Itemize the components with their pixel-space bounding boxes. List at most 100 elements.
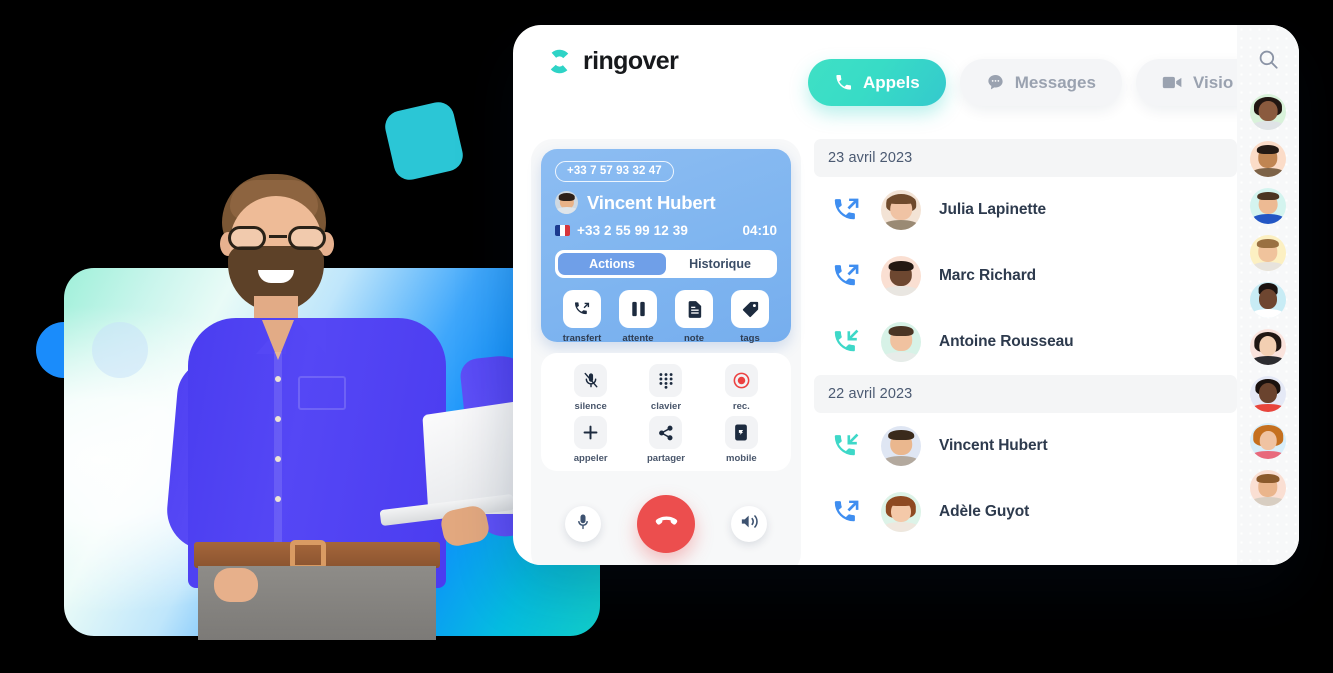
dialpad-icon	[649, 364, 683, 397]
sidebar-contact-4[interactable]	[1250, 235, 1286, 271]
app-header: ringover Appels Messages Visio	[513, 25, 1299, 121]
call-timer: 04:10	[742, 223, 777, 238]
phone-icon	[834, 73, 853, 92]
tag-icon	[731, 290, 769, 328]
ringover-logo-text: ringover	[583, 47, 679, 75]
contact-name: Adèle Guyot	[939, 503, 1030, 520]
avatar	[881, 322, 921, 362]
avatar	[881, 256, 921, 296]
search-button[interactable]	[1253, 47, 1283, 77]
tab-messages-label: Messages	[1014, 72, 1096, 92]
table-row[interactable]: Vincent Hubert	[814, 413, 1237, 479]
action-note-label: note	[683, 333, 705, 344]
page-root: ringover Appels Messages Visio +33 7 57 …	[0, 0, 1333, 673]
hangup-phone-icon	[653, 508, 680, 540]
dialed-number-row: +33 2 55 99 12 39 04:10	[555, 223, 777, 238]
contact-name: Vincent Hubert	[939, 437, 1048, 454]
contact-name: Julia Lapinette	[939, 201, 1047, 218]
call-pad-grid: silence clavier rec. appeler partager mo…	[541, 353, 791, 471]
record-icon	[724, 364, 758, 397]
microphone-button[interactable]	[565, 506, 601, 542]
caller-name: Vincent Hubert	[587, 191, 716, 213]
call-outgoing-icon	[834, 499, 860, 525]
sidebar-contact-8[interactable]	[1250, 423, 1286, 459]
ringover-logo-icon	[545, 47, 574, 76]
pad-rec-label: rec.	[732, 401, 750, 412]
caller-number-pill: +33 7 57 93 32 47	[555, 161, 674, 182]
pad-mobile-label: mobile	[726, 453, 757, 464]
tab-messages[interactable]: Messages	[959, 59, 1122, 106]
pad-partager-label: partager	[646, 453, 685, 464]
avatar	[881, 492, 921, 532]
contact-name: Marc Richard	[939, 267, 1036, 284]
pad-partager[interactable]: partager	[628, 416, 703, 464]
pad-appeler-label: appeler	[573, 453, 608, 464]
table-row[interactable]: Julia Lapinette	[814, 177, 1237, 243]
call-transfer-icon	[563, 290, 601, 328]
table-row[interactable]: Marc Richard	[814, 243, 1237, 309]
chat-bubble-icon	[986, 73, 1005, 92]
action-transfert[interactable]: transfert	[557, 290, 607, 344]
hero-person-illustration	[163, 170, 552, 640]
tab-appels-label: Appels	[863, 72, 920, 92]
search-icon	[1258, 49, 1279, 75]
pause-icon	[619, 290, 657, 328]
caller-identity: Vincent Hubert	[555, 191, 777, 214]
ringover-app-window: ringover Appels Messages Visio +33 7 57 …	[513, 25, 1299, 565]
speaker-icon	[741, 514, 758, 534]
sidebar-contact-6[interactable]	[1250, 329, 1286, 365]
call-incoming-icon	[834, 433, 860, 459]
sidebar-contact-5[interactable]	[1250, 282, 1286, 318]
call-controls-row	[541, 483, 791, 565]
pad-clavier-label: clavier	[650, 401, 682, 412]
date-header: 22 avril 2023	[814, 375, 1237, 413]
mobile-phone-icon	[724, 416, 758, 449]
avatar	[881, 426, 921, 466]
eyeglasses-icon	[224, 226, 330, 250]
main-tabs: Appels Messages Visio	[808, 59, 1260, 106]
pad-silence-label: silence	[574, 401, 607, 412]
action-attente-label: attente	[622, 333, 654, 344]
sidebar-contact-3[interactable]	[1250, 188, 1286, 224]
sidebar-contact-1[interactable]	[1250, 94, 1286, 130]
microphone-muted-icon	[574, 364, 608, 397]
action-attente[interactable]: attente	[613, 290, 663, 344]
dialed-number: +33 2 55 99 12 39	[577, 223, 688, 238]
note-document-icon	[675, 290, 713, 328]
sidebar-contact-9[interactable]	[1250, 470, 1286, 506]
call-actions-row: transfert attente note tags	[555, 290, 777, 344]
hangup-button[interactable]	[637, 495, 695, 553]
sidebar-contact-2[interactable]	[1250, 141, 1286, 177]
contact-name: Antoine Rousseau	[939, 333, 1074, 350]
microphone-icon	[576, 514, 590, 535]
action-tags-label: tags	[740, 333, 760, 344]
pad-mobile[interactable]: mobile	[704, 416, 779, 464]
caller-avatar	[555, 191, 578, 214]
ringover-logo: ringover	[545, 47, 679, 76]
tab-historique[interactable]: Historique	[666, 253, 774, 275]
active-call-panel: +33 7 57 93 32 47 Vincent Hubert +33 2 5…	[531, 139, 801, 565]
pad-silence[interactable]: silence	[553, 364, 628, 412]
call-outgoing-icon	[834, 263, 860, 289]
call-card-tabs: Actions Historique	[555, 250, 777, 278]
call-incoming-icon	[834, 329, 860, 355]
tab-appels[interactable]: Appels	[808, 59, 946, 106]
video-camera-icon	[1162, 73, 1183, 92]
table-row[interactable]: Adèle Guyot	[814, 479, 1237, 545]
date-header: 23 avril 2023	[814, 139, 1237, 177]
call-outgoing-icon	[834, 197, 860, 223]
active-call-card: +33 7 57 93 32 47 Vincent Hubert +33 2 5…	[541, 149, 791, 344]
pad-appeler[interactable]: appeler	[553, 416, 628, 464]
contacts-sidebar	[1237, 25, 1299, 565]
action-note[interactable]: note	[669, 290, 719, 344]
sidebar-contact-7[interactable]	[1250, 376, 1286, 412]
action-transfert-label: transfert	[562, 333, 602, 344]
table-row[interactable]: Antoine Rousseau	[814, 309, 1237, 375]
action-tags[interactable]: tags	[725, 290, 775, 344]
decorative-light-circle	[92, 322, 148, 378]
speaker-button[interactable]	[731, 506, 767, 542]
pad-rec[interactable]: rec.	[704, 364, 779, 412]
pad-clavier[interactable]: clavier	[628, 364, 703, 412]
tab-actions[interactable]: Actions	[558, 253, 666, 275]
plus-icon	[574, 416, 608, 449]
